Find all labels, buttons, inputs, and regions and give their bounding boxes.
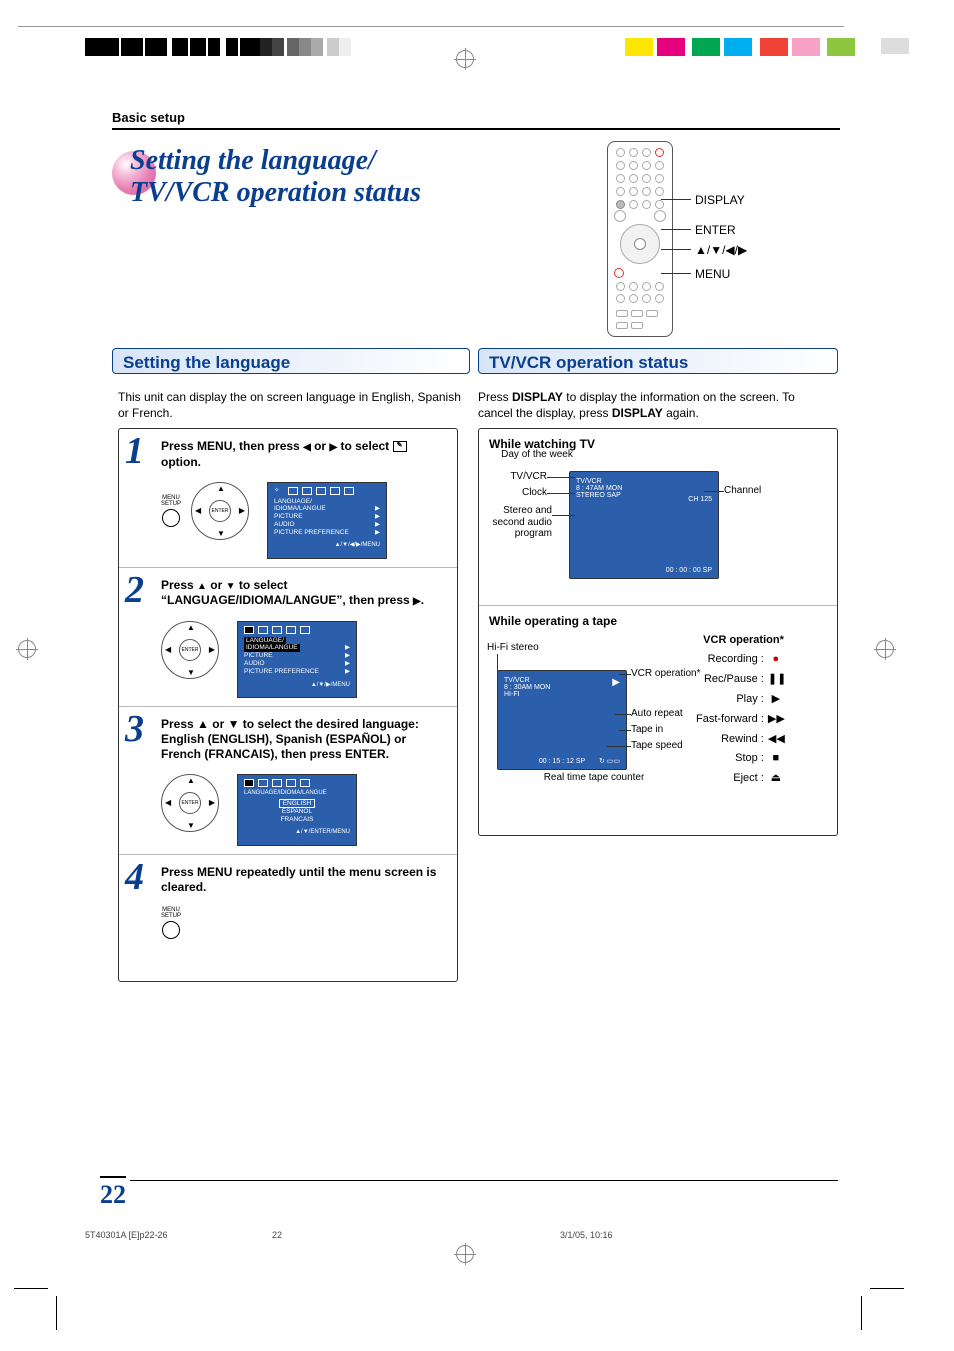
step-3: 3 Press ▲ or ▼ to select the desired lan… bbox=[119, 706, 457, 854]
remote-number-pad bbox=[616, 148, 665, 210]
osd-screen: ✧ LANGUAGE/ IDIOMA/LANGUE▶ PICTURE▶ AUDI… bbox=[267, 482, 387, 559]
footer-page: 22 bbox=[272, 1230, 282, 1240]
breadcrumb: Basic setup bbox=[112, 110, 840, 130]
registration-mark-icon bbox=[18, 640, 36, 658]
page-title: Setting the language/ TV/VCR operation s… bbox=[112, 145, 421, 209]
label-day: Day of the week bbox=[487, 449, 587, 461]
step-number: 2 bbox=[125, 568, 144, 612]
print-density-bars bbox=[85, 38, 252, 59]
label-channel: Channel bbox=[724, 485, 784, 497]
intro-text-language: This unit can display the on screen lang… bbox=[118, 390, 468, 421]
registration-mark-icon bbox=[456, 1245, 474, 1263]
remote-label-display: DISPLAY bbox=[695, 193, 745, 207]
menu-button-icon: MENU SETUP bbox=[161, 907, 181, 939]
section-heading-label: TV/VCR operation status bbox=[489, 353, 688, 372]
step-number: 3 bbox=[125, 707, 144, 751]
step-number: 1 bbox=[125, 429, 144, 473]
step-4: 4 Press MENU repeatedly until the menu s… bbox=[119, 854, 457, 947]
step-1: 1 Press MENU, then press ◀ or ▶ to selec… bbox=[119, 429, 457, 567]
vcr-op-row: Rec/Pause :❚❚ bbox=[696, 672, 784, 685]
vcr-operation-legend: VCR operation* Recording :● Rec/Pause :❚… bbox=[696, 627, 784, 791]
remote-label-enter: ENTER bbox=[695, 223, 736, 237]
section-heading-tvvcr: TV/VCR operation status bbox=[478, 348, 838, 374]
remote-dpad-icon bbox=[620, 224, 660, 264]
title-line-2: TV/VCR operation status bbox=[130, 177, 421, 209]
print-grey-swatch bbox=[881, 38, 909, 54]
step-text: Press MENU repeatedly until the menu scr… bbox=[161, 865, 445, 895]
step-text: Press ▲ or ▼ to select “LANGUAGE/IDIOMA/… bbox=[161, 578, 445, 609]
dpad-icon: ENTER ▲▼ ◀▶ bbox=[161, 774, 219, 832]
tape-osd-screen: TV/VCR 8 : 30AM MON HI-FI ▶ ↻ ▭▭ 00 : 15… bbox=[497, 670, 627, 770]
registration-mark-icon bbox=[876, 640, 894, 658]
footer-file: 5T40301A [E]p22-26 bbox=[85, 1230, 168, 1240]
label-hifi: Hi-Fi stereo bbox=[487, 642, 577, 654]
footer-rule bbox=[130, 1180, 838, 1181]
vcr-op-row: Fast-forward :▶▶ bbox=[696, 712, 784, 725]
osd-screen: LANGUAGE/ IDIOMA/LANGUE▶ PICTURE▶ AUDIO▶… bbox=[237, 621, 357, 698]
vcr-op-row: Eject :⏏ bbox=[696, 771, 784, 784]
remote-diagram: DISPLAY ENTER ▲/▼/◀/▶ MENU bbox=[607, 141, 673, 337]
menu-button-icon: MENU SETUP bbox=[161, 495, 181, 527]
print-color-bars bbox=[625, 38, 859, 59]
osd-screen: LANGUAGE/IDIOMA/LANGUE ENGLISH ESPAÑOL F… bbox=[237, 774, 357, 846]
label-rtcounter: Real time tape counter bbox=[519, 772, 669, 784]
top-rule bbox=[18, 26, 844, 27]
label-tvvcr: TV/VCR bbox=[487, 471, 547, 483]
vcr-ops-title: VCR operation* bbox=[696, 634, 784, 646]
vcr-op-row: Recording :● bbox=[696, 653, 784, 665]
intro-text-tvvcr: Press DISPLAY to display the information… bbox=[478, 390, 828, 421]
registration-mark-icon bbox=[456, 50, 474, 68]
label-clock: Clock bbox=[487, 487, 547, 499]
steps-panel: 1 Press MENU, then press ◀ or ▶ to selec… bbox=[118, 428, 458, 982]
dpad-icon: ENTER ▲▼ ◀▶ bbox=[161, 621, 219, 679]
dpad-icon: ENTER ▲▼ ◀▶ bbox=[191, 482, 249, 540]
footer-date: 3/1/05, 10:16 bbox=[560, 1230, 613, 1240]
vcr-op-row: Stop :■ bbox=[696, 752, 784, 764]
title-line-1: Setting the language/ bbox=[130, 145, 421, 177]
section-heading-language: Setting the language bbox=[112, 348, 470, 374]
page: Basic setup Setting the language/ TV/VCR… bbox=[0, 0, 954, 1351]
remote-label-arrows: ▲/▼/◀/▶ bbox=[695, 243, 747, 257]
label-vcrop: VCR operation* bbox=[631, 668, 701, 680]
step-text: Press MENU, then press ◀ or ▶ to select … bbox=[161, 439, 445, 470]
step-number: 4 bbox=[125, 855, 144, 899]
vcr-op-row: Rewind :◀◀ bbox=[696, 732, 784, 745]
label-stereo: Stereo and second audio program bbox=[477, 505, 552, 540]
step-2: 2 Press ▲ or ▼ to select “LANGUAGE/IDIOM… bbox=[119, 567, 457, 706]
page-number: 22 bbox=[100, 1176, 126, 1210]
display-panel: While watching TV TV/VCR 8 : 47AM MON ST… bbox=[478, 428, 838, 836]
remote-label-menu: MENU bbox=[695, 267, 730, 281]
section-heading-label: Setting the language bbox=[123, 353, 290, 372]
vcr-op-row: Play :▶ bbox=[696, 692, 784, 705]
print-grey-bars bbox=[248, 38, 351, 59]
tv-osd-screen: TV/VCR 8 : 47AM MON STEREO SAP CH 125 00… bbox=[569, 471, 719, 579]
step-text: Press ▲ or ▼ to select the desired langu… bbox=[161, 717, 445, 762]
